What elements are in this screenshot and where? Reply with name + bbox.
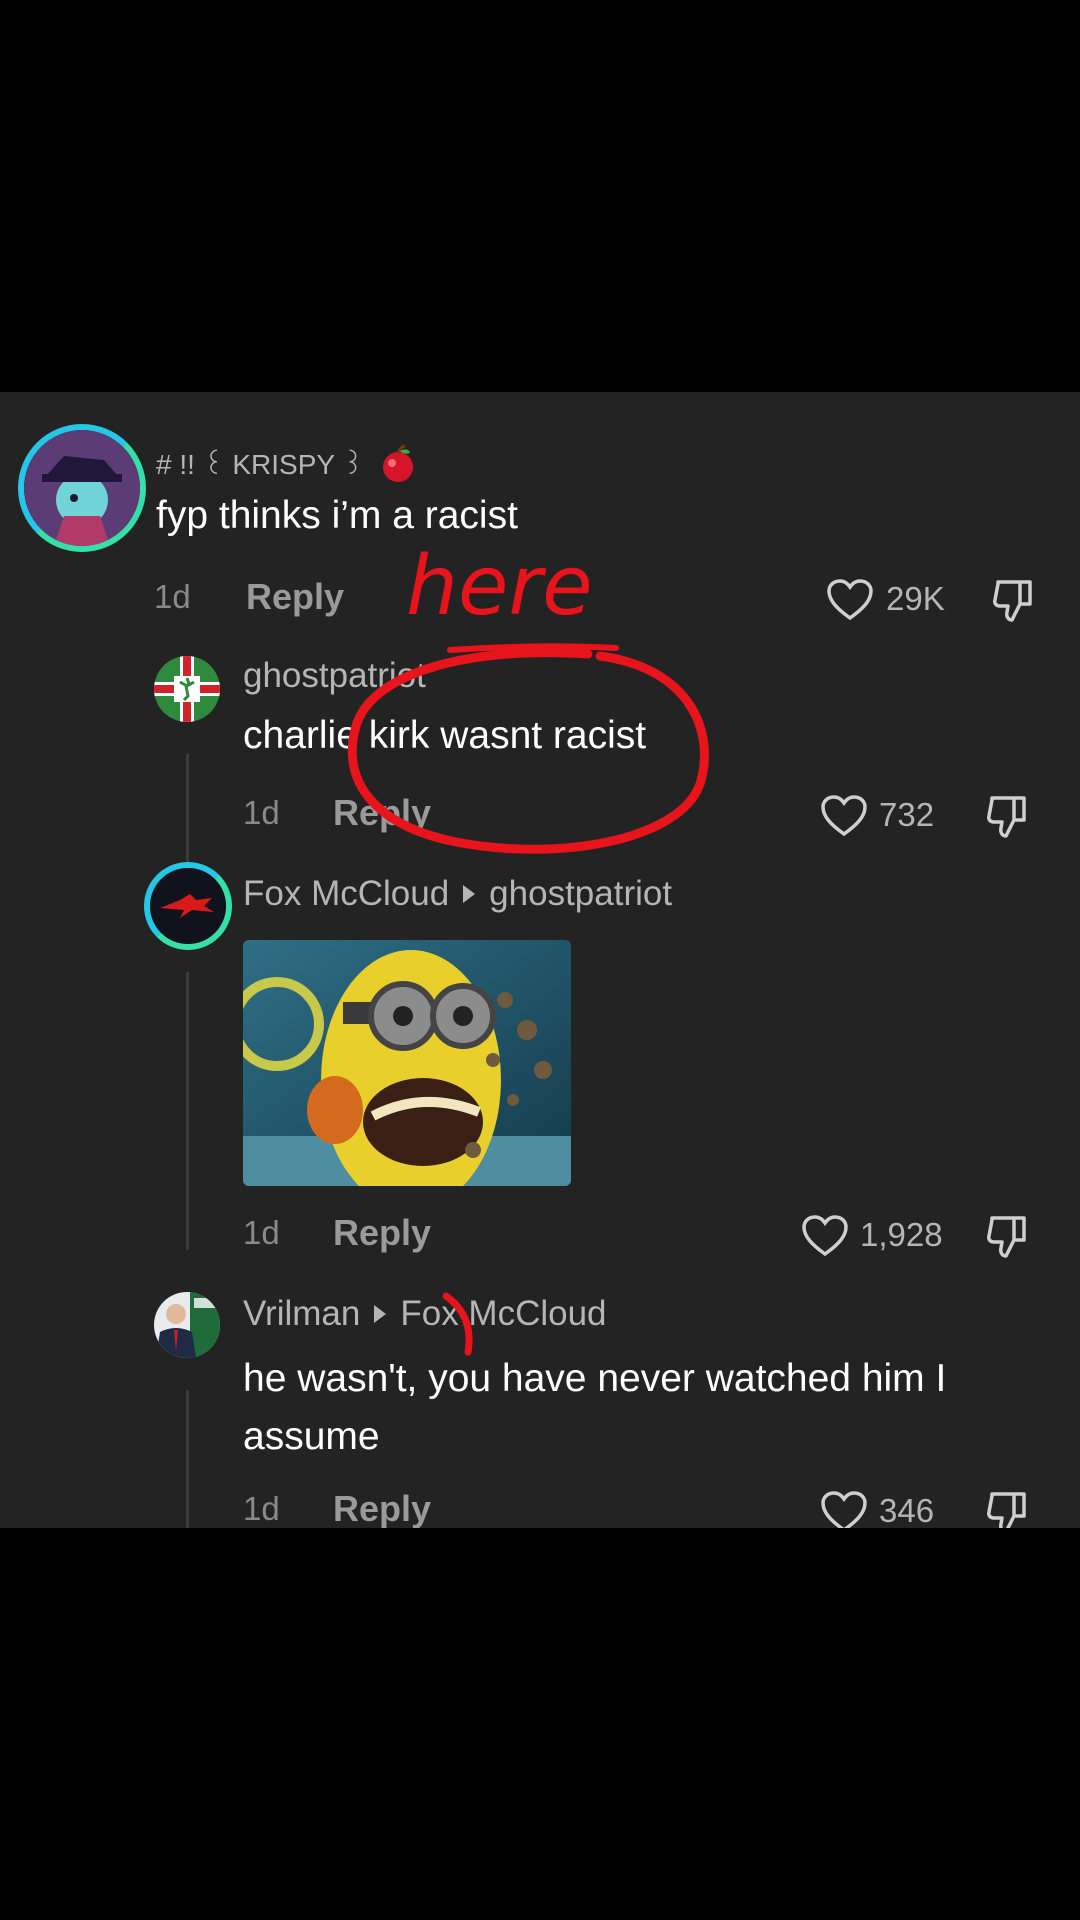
reply-button[interactable]: Reply bbox=[333, 1488, 431, 1528]
reply-text: charlie kirk wasnt racist bbox=[243, 714, 647, 757]
like-count: 732 bbox=[879, 796, 935, 833]
reply-time: 1d bbox=[243, 1490, 280, 1527]
like-count: 1,928 bbox=[860, 1216, 943, 1253]
like-count: 29K bbox=[886, 580, 945, 617]
dislike-icon[interactable] bbox=[984, 1212, 1032, 1260]
thread-line bbox=[186, 1390, 189, 1528]
reply-button[interactable]: Reply bbox=[333, 792, 431, 834]
avatar-vrilman[interactable] bbox=[154, 1292, 220, 1358]
reply-button[interactable]: Reply bbox=[246, 576, 344, 618]
avatar-fox-mccloud[interactable] bbox=[144, 862, 232, 950]
reply-to-username: Fox McCloud bbox=[400, 1294, 607, 1333]
triangle-arrow-icon bbox=[374, 1304, 387, 1323]
fox-logo-image bbox=[150, 868, 226, 944]
thread-line bbox=[186, 972, 189, 1250]
dislike-icon[interactable] bbox=[990, 576, 1038, 624]
thread-line bbox=[186, 754, 189, 864]
avatar-krispy[interactable] bbox=[18, 424, 146, 552]
like-count: 346 bbox=[879, 1492, 935, 1528]
reply-username[interactable]: ghostpatriot bbox=[243, 656, 426, 696]
flag-avatar-image bbox=[154, 656, 220, 722]
comments-panel: # !! ꒰ KRISPY ꒱ fyp thinks i’m a racist … bbox=[0, 392, 1080, 1528]
minion-gif[interactable] bbox=[243, 940, 571, 1186]
dislike-icon[interactable] bbox=[984, 792, 1032, 840]
comment-text: fyp thinks i’m a racist bbox=[156, 494, 518, 537]
username-text: # !! ꒰ KRISPY ꒱ bbox=[156, 449, 365, 480]
reply-button[interactable]: Reply bbox=[333, 1212, 431, 1254]
reply-username[interactable]: Vrilman Fox McCloud bbox=[243, 1294, 607, 1334]
triangle-arrow-icon bbox=[463, 884, 476, 903]
heart-icon[interactable] bbox=[801, 1214, 849, 1258]
avatar-image bbox=[24, 430, 140, 546]
heart-icon[interactable] bbox=[820, 1490, 868, 1528]
reply-to-username: ghostpatriot bbox=[489, 874, 673, 913]
username-text: Fox McCloud bbox=[243, 874, 450, 913]
reply-username[interactable]: Fox McCloud ghostpatriot bbox=[243, 874, 672, 914]
avatar-ghostpatriot[interactable] bbox=[154, 656, 220, 722]
dislike-icon[interactable] bbox=[984, 1488, 1032, 1528]
vrilman-avatar-image bbox=[154, 1292, 220, 1358]
comment-time: 1d bbox=[154, 578, 191, 615]
heart-icon[interactable] bbox=[826, 578, 874, 622]
reply-time: 1d bbox=[243, 1214, 280, 1251]
reply-time: 1d bbox=[243, 794, 280, 831]
annotation-text: here bbox=[406, 539, 593, 634]
apple-icon bbox=[378, 444, 418, 487]
heart-icon[interactable] bbox=[820, 794, 868, 838]
reply-text: he wasn't, you have never watched him I … bbox=[243, 1357, 947, 1458]
username-text: Vrilman bbox=[243, 1294, 361, 1333]
comment-username[interactable]: # !! ꒰ KRISPY ꒱ bbox=[156, 444, 418, 487]
minion-gif-image bbox=[243, 940, 571, 1186]
